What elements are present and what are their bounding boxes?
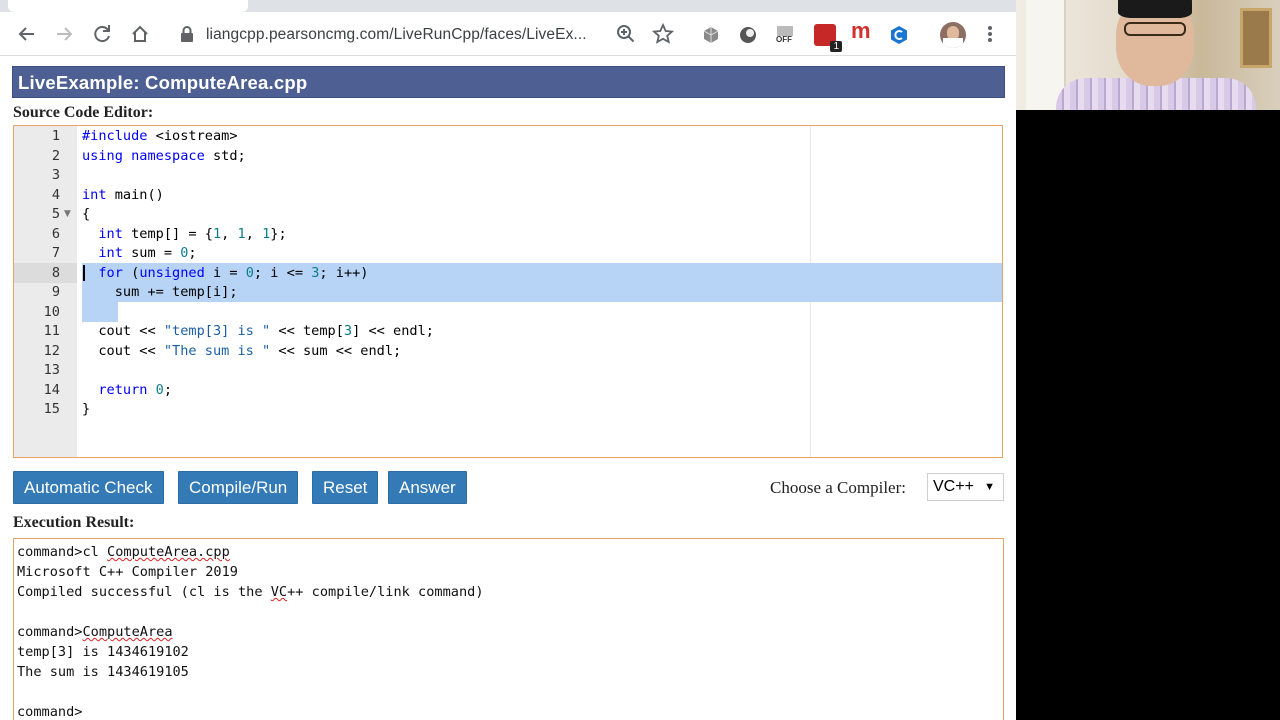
code-text: int temp[] = {1, 1, 1}; — [98, 225, 287, 242]
webcam-presenter-hair — [1118, 0, 1192, 18]
zoom-icon[interactable] — [615, 23, 637, 45]
code-text: cout << "temp[3] is " << temp[3] << endl… — [82, 323, 434, 339]
extension-m-label: m — [851, 18, 871, 43]
code-line[interactable]: 4 int main() — [14, 186, 1002, 206]
extension-cube-icon[interactable] — [700, 24, 722, 46]
line-number: 3 — [51, 167, 60, 183]
compiler-select[interactable]: VC++ ▼ — [927, 473, 1004, 501]
code-line[interactable]: 14 return 0; — [14, 381, 1002, 401]
webcam-overlay — [1016, 0, 1280, 110]
home-icon[interactable] — [126, 20, 154, 48]
line-number: 6 — [51, 225, 60, 242]
output-line: command>cl ComputeArea.cpp — [17, 544, 230, 560]
result-label: Execution Result: — [13, 514, 135, 531]
browser-window: liangcpp.pearsoncmg.com/LiveRunCpp/faces… — [0, 0, 1016, 720]
code-text: cout << "The sum is " << sum << endl; — [82, 342, 402, 359]
extension-circle-icon[interactable] — [737, 24, 759, 46]
line-number: 8 — [51, 264, 60, 281]
url-text[interactable]: liangcpp.pearsoncmg.com/LiveRunCpp/faces… — [206, 26, 587, 44]
fold-toggle-icon[interactable]: ▼ — [64, 205, 71, 225]
execution-result-console[interactable]: command>cl ComputeArea.cpp Microsoft C++ … — [13, 538, 1004, 720]
line-number: 1 — [51, 128, 60, 144]
code-line[interactable]: 7 int sum = 0; — [14, 244, 1002, 264]
reload-icon[interactable] — [88, 20, 116, 48]
code-text: { — [82, 206, 91, 222]
line-number: 15 — [43, 401, 60, 417]
code-text: #include <iostream> — [82, 128, 238, 144]
output-line: command> — [17, 704, 83, 720]
browser-toolbar: liangcpp.pearsoncmg.com/LiveRunCpp/faces… — [0, 12, 1016, 56]
line-number: 11 — [43, 323, 60, 339]
answer-button[interactable]: Answer — [388, 471, 467, 504]
code-line[interactable]: 1 #include <iostream> — [14, 127, 1002, 147]
line-number: 9 — [51, 284, 60, 300]
line-number: 10 — [43, 303, 60, 320]
output-line: The sum is 1434619105 — [17, 664, 189, 680]
code-text: int main() — [82, 186, 164, 203]
extension-c-icon[interactable] — [888, 24, 910, 46]
line-number: 14 — [43, 381, 60, 398]
code-line[interactable]: 9 sum += temp[i]; — [14, 283, 1002, 303]
line-number: 2 — [51, 147, 60, 164]
line-number: 12 — [43, 342, 60, 359]
output-line: Compiled successful (cl is the VC++ comp… — [17, 584, 484, 600]
back-arrow-icon[interactable] — [13, 20, 41, 48]
line-number: 4 — [51, 186, 60, 203]
page-title-bar: LiveExample: ComputeArea.cpp — [12, 66, 1005, 98]
line-number: 13 — [43, 362, 60, 378]
code-line[interactable]: 11 cout << "temp[3] is " << temp[3] << e… — [14, 322, 1002, 342]
active-tab[interactable] — [8, 0, 248, 12]
menu-icon[interactable] — [976, 20, 1004, 48]
text-cursor — [83, 265, 85, 281]
code-line[interactable]: 2 using namespace std; — [14, 147, 1002, 167]
code-line[interactable]: 10 — [14, 303, 1002, 323]
address-bar[interactable]: liangcpp.pearsoncmg.com/LiveRunCpp/faces… — [168, 18, 680, 50]
code-text: return 0; — [98, 381, 173, 398]
webcam-background-frame — [1240, 8, 1272, 68]
code-text: for (unsigned i = 0; i <= 3; i++) — [98, 264, 369, 281]
code-text: } — [82, 401, 91, 417]
code-line[interactable]: 3 — [14, 166, 1002, 186]
code-line[interactable]: 6 int temp[] = {1, 1, 1}; — [14, 225, 1002, 245]
compiler-label: Choose a Compiler: — [770, 478, 906, 497]
webcam-presenter-glasses — [1124, 22, 1186, 36]
code-line[interactable]: 12 cout << "The sum is " << sum << endl; — [14, 342, 1002, 362]
editor-label: Source Code Editor: — [13, 104, 154, 121]
automatic-check-button[interactable]: Automatic Check — [13, 471, 164, 504]
line-number: 5 — [51, 206, 60, 222]
extension-off-label: OFF — [776, 35, 792, 44]
output-line: temp[3] is 1434619102 — [17, 644, 189, 660]
dropdown-arrow-icon: ▼ — [984, 481, 995, 493]
output-line: command>ComputeArea — [17, 624, 173, 640]
extension-badge-icon[interactable]: 1 — [814, 24, 842, 52]
page-content: LiveExample: ComputeArea.cpp Source Code… — [0, 56, 1016, 720]
compile-run-button[interactable]: Compile/Run — [178, 471, 299, 504]
code-text: int sum = 0; — [98, 245, 197, 261]
reset-button[interactable]: Reset — [312, 471, 379, 504]
line-number: 7 — [51, 245, 60, 261]
compiler-selected-value: VC++ — [933, 478, 974, 495]
code-text: sum += temp[i]; — [82, 284, 238, 300]
source-code-editor[interactable]: 1 #include <iostream> 2 using namespace std… — [13, 125, 1003, 458]
extension-off-icon[interactable]: OFF — [774, 24, 796, 46]
code-line[interactable]: 8 for (unsigned i = 0; i <= 3; i++) — [14, 264, 1002, 284]
code-text: using namespace std; — [82, 147, 246, 164]
extension-m-icon[interactable]: m — [850, 18, 872, 46]
star-icon[interactable] — [651, 22, 675, 45]
profile-avatar[interactable] — [940, 22, 966, 48]
code-line[interactable]: 15} — [14, 400, 1002, 420]
forward-arrow-icon[interactable] — [50, 20, 78, 48]
lock-icon[interactable] — [180, 25, 194, 43]
tab-strip — [0, 0, 1016, 12]
extension-badge-count: 1 — [830, 41, 842, 52]
output-line: Microsoft C++ Compiler 2019 — [17, 564, 238, 580]
code-line[interactable]: 13 — [14, 361, 1002, 381]
page-title: LiveExample: ComputeArea.cpp — [18, 72, 308, 93]
code-line[interactable]: 5 ▼ { — [14, 205, 1002, 225]
